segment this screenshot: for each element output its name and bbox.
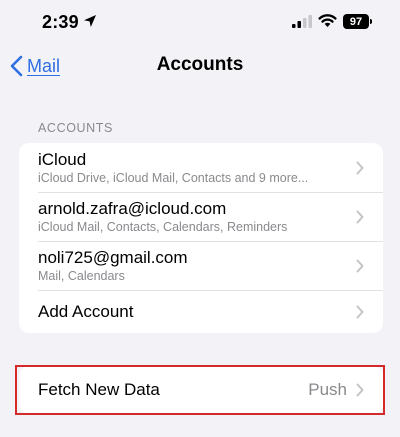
navigation-bar: Mail Accounts: [0, 44, 400, 88]
chevron-right-icon: [356, 305, 364, 318]
chevron-right-icon: [356, 161, 364, 174]
fetch-new-data-value: Push: [308, 380, 347, 399]
account-row-icloud[interactable]: iCloud iCloud Drive, iCloud Mail, Contac…: [19, 143, 383, 192]
location-arrow-icon: [84, 15, 96, 27]
accounts-list: iCloud iCloud Drive, iCloud Mail, Contac…: [19, 143, 383, 333]
cellular-signal-icon: [292, 15, 312, 28]
wifi-icon: [318, 14, 337, 27]
account-subtitle: iCloud Drive, iCloud Mail, Contacts and …: [38, 170, 309, 185]
account-title: noli725@gmail.com: [38, 247, 188, 267]
add-account-label: Add Account: [38, 301, 134, 321]
status-time: 2:39: [42, 12, 79, 32]
battery-level: 97: [349, 15, 363, 28]
battery-cap: [370, 19, 372, 24]
page-title: Accounts: [156, 54, 244, 75]
fetch-new-data-label: Fetch New Data: [38, 380, 160, 399]
account-row-arnold-icloud[interactable]: arnold.zafra@icloud.com iCloud Mail, Con…: [19, 192, 383, 241]
account-subtitle: Mail, Calendars: [38, 268, 125, 283]
account-title: iCloud: [38, 149, 87, 169]
chevron-right-icon: [356, 383, 364, 397]
account-title: arnold.zafra@icloud.com: [38, 198, 227, 218]
chevron-right-icon: [356, 259, 364, 272]
accounts-section-header: ACCOUNTS: [38, 121, 113, 135]
battery-icon: 97: [343, 14, 369, 29]
fetch-new-data-row[interactable]: Fetch New Data Push: [19, 366, 383, 414]
account-subtitle: iCloud Mail, Contacts, Calendars, Remind…: [38, 219, 288, 234]
fetch-settings-group: Fetch New Data Push: [19, 366, 383, 414]
status-bar: 2:39 97: [0, 0, 400, 44]
chevron-right-icon: [356, 210, 364, 223]
add-account-button[interactable]: Add Account: [19, 290, 383, 333]
account-row-gmail[interactable]: noli725@gmail.com Mail, Calendars: [19, 241, 383, 290]
